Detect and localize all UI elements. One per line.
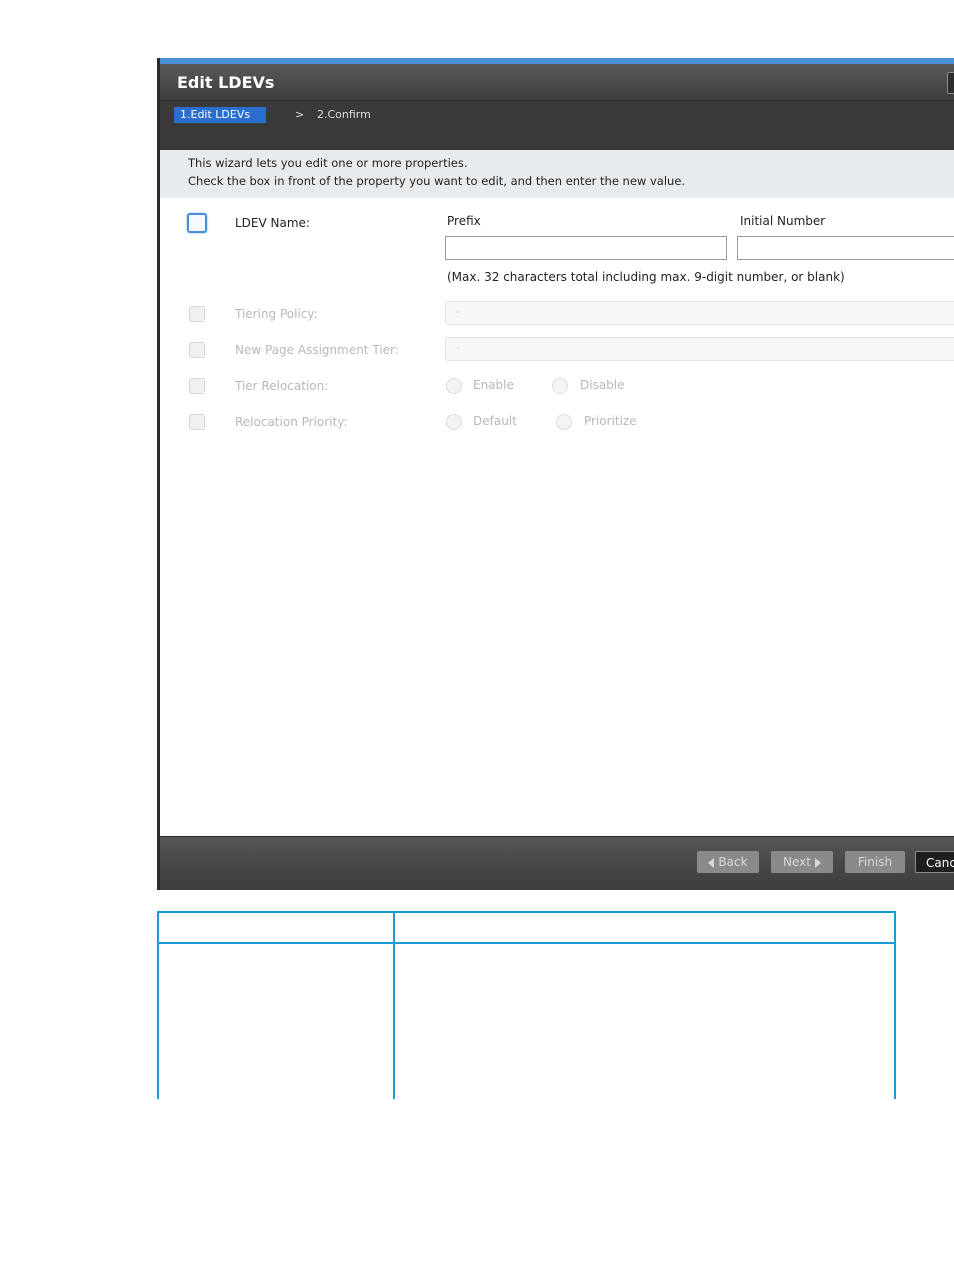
default-radio[interactable] <box>446 414 462 430</box>
ldev-name-hint: (Max. 32 characters total including max.… <box>447 270 845 284</box>
tier-relocation-checkbox[interactable] <box>189 378 205 394</box>
table-header-rule <box>157 942 896 944</box>
instruction-line-1: This wizard lets you edit one or more pr… <box>188 156 468 170</box>
next-button-label: Next <box>783 855 811 869</box>
disable-radio-label: Disable <box>580 378 625 392</box>
tiering-policy-label: Tiering Policy: <box>235 307 318 321</box>
back-button[interactable]: Back <box>697 851 759 873</box>
maximize-icon[interactable] <box>947 72 954 94</box>
cancel-button-label: Cancel <box>926 856 954 870</box>
table-right-border <box>894 911 896 1099</box>
prioritize-radio-label: Prioritize <box>584 414 637 428</box>
cancel-button[interactable]: Cancel <box>915 851 954 873</box>
dialog-footer: Back Next Finish Cancel <box>160 836 954 890</box>
step-separator: > <box>295 108 305 121</box>
enable-radio-label: Enable <box>473 378 514 392</box>
table-top-rule <box>157 911 896 913</box>
dialog-titlebar: Edit LDEVs <box>160 64 954 100</box>
ldev-name-checkbox[interactable] <box>187 213 207 233</box>
finish-button-label: Finish <box>857 855 893 869</box>
back-button-label: Back <box>718 855 748 869</box>
tiering-policy-checkbox[interactable] <box>189 306 205 322</box>
wizard-instructions: This wizard lets you edit one or more pr… <box>160 150 954 198</box>
tier-relocation-label: Tier Relocation: <box>235 379 329 393</box>
enable-radio[interactable] <box>446 378 462 394</box>
default-radio-label: Default <box>473 414 517 428</box>
new-page-assignment-tier-checkbox[interactable] <box>189 342 205 358</box>
relocation-priority-checkbox[interactable] <box>189 414 205 430</box>
relocation-priority-label: Relocation Priority: <box>235 415 348 429</box>
dialog-title: Edit LDEVs <box>177 73 275 92</box>
finish-button[interactable]: Finish <box>845 851 905 873</box>
new-page-assignment-tier-label: New Page Assignment Tier: <box>235 343 399 357</box>
new-page-assignment-tier-select[interactable]: - <box>445 337 954 361</box>
prefix-input[interactable] <box>445 236 727 260</box>
prefix-header: Prefix <box>447 214 481 228</box>
initial-number-input[interactable] <box>737 236 954 260</box>
arrow-left-icon <box>708 857 715 868</box>
disable-radio[interactable] <box>552 378 568 394</box>
description-table <box>157 911 896 1099</box>
instruction-line-2: Check the box in front of the property y… <box>188 174 686 188</box>
next-button[interactable]: Next <box>771 851 833 873</box>
wizard-steps: 1.Edit LDEVs > 2.Confirm <box>160 100 954 151</box>
ldev-name-label: LDEV Name: <box>235 216 310 230</box>
edit-ldevs-dialog: Edit LDEVs 1.Edit LDEVs > 2.Confirm This… <box>157 58 954 890</box>
arrow-right-icon <box>814 857 821 868</box>
initial-number-header: Initial Number <box>740 214 826 228</box>
step-edit-ldevs: 1.Edit LDEVs <box>174 107 267 123</box>
table-left-border <box>157 911 159 1099</box>
tiering-policy-select[interactable]: - <box>445 301 954 325</box>
prioritize-radio[interactable] <box>556 414 572 430</box>
step-confirm: 2.Confirm <box>317 108 371 121</box>
table-column-divider <box>393 911 395 1099</box>
